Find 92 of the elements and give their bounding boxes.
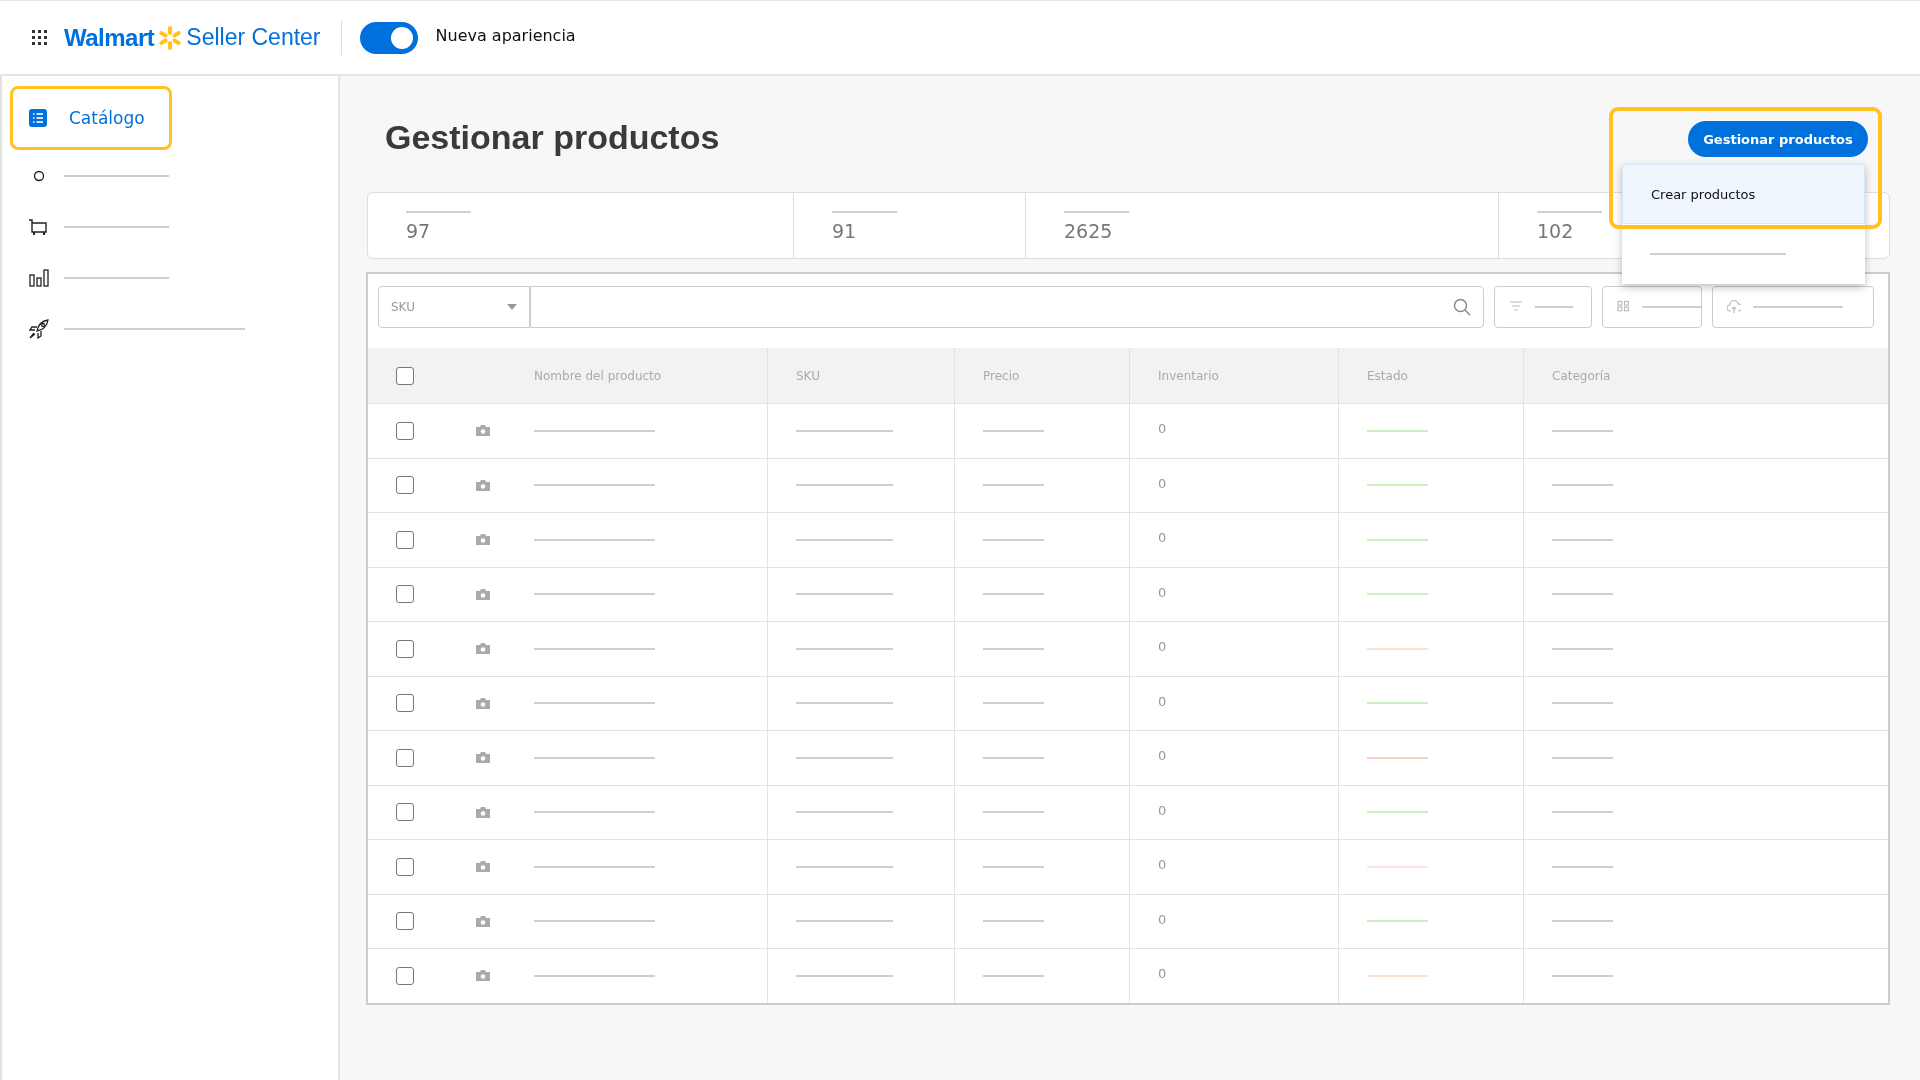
spark-logo-icon: [157, 24, 184, 51]
product-name: Seller Center: [186, 24, 321, 51]
column-header[interactable]: Nombre del producto: [534, 368, 662, 383]
stat-value: 2625: [1064, 220, 1114, 241]
column-header[interactable]: Categoría: [1552, 368, 1611, 383]
inventory-value: 0: [1158, 639, 1167, 655]
placeholder-line: [983, 702, 1044, 705]
inventory-value: 0: [1158, 857, 1167, 873]
inventory-value: 0: [1158, 421, 1167, 437]
row-checkbox[interactable]: [396, 912, 414, 931]
inventory-value: 0: [1158, 802, 1167, 818]
placeholder-line: [983, 538, 1044, 541]
placeholder-line: [1064, 210, 1129, 213]
placeholder-line: [1552, 429, 1613, 432]
rocket-icon[interactable]: [29, 318, 49, 339]
placeholder-line: [983, 920, 1044, 923]
stat-value: 102: [1537, 220, 1575, 241]
search-icon: [1453, 298, 1471, 316]
inventory-value: 0: [1158, 530, 1167, 546]
placeholder-line: [1552, 484, 1613, 487]
inventory-value: 0: [1158, 475, 1167, 491]
inventory-value: 0: [1158, 911, 1167, 927]
camera-icon: [475, 805, 491, 819]
placeholder-line: [1552, 756, 1613, 759]
placeholder-line: [1552, 647, 1613, 650]
placeholder-line: [983, 865, 1044, 868]
camera-icon: [475, 696, 491, 710]
cart-icon[interactable]: [28, 217, 50, 236]
camera-icon: [475, 424, 491, 438]
list-icon: [29, 109, 47, 127]
sidebar-item[interactable]: Catálogo: [10, 86, 172, 150]
page-title: Gestionar productos: [385, 118, 720, 157]
camera-icon: [475, 587, 491, 601]
camera-icon: [475, 642, 491, 656]
placeholder-line: [983, 974, 1044, 977]
inventory-value: 0: [1158, 584, 1167, 600]
camera-icon: [475, 478, 491, 492]
toggle-label: Nueva apariencia: [435, 26, 576, 45]
camera-icon: [475, 969, 491, 983]
placeholder-line: [983, 756, 1044, 759]
bar-chart-icon[interactable]: [29, 268, 49, 287]
search-field[interactable]: [530, 286, 1484, 328]
menu-item[interactable]: Crear productos: [1622, 164, 1865, 224]
column-header[interactable]: Inventario: [1158, 368, 1219, 383]
camera-icon: [475, 533, 491, 547]
column-header[interactable]: Precio: [983, 368, 1020, 383]
row-checkbox[interactable]: [396, 748, 414, 767]
placeholder-line: [1552, 593, 1613, 596]
column-header[interactable]: SKU: [796, 368, 820, 383]
placeholder-line: [983, 811, 1044, 814]
lines-icon: [1509, 300, 1523, 314]
placeholder-line: [1552, 702, 1613, 705]
caret-icon: [507, 304, 517, 310]
placeholder-line: [832, 210, 897, 213]
search-by-dropdown[interactable]: SKU: [378, 286, 530, 328]
row-checkbox[interactable]: [396, 530, 414, 549]
placeholder-line: [1552, 811, 1613, 814]
grid-icon: [1617, 300, 1631, 314]
inventory-value: 0: [1158, 693, 1167, 709]
camera-icon: [475, 751, 491, 765]
placeholder-line: [983, 484, 1044, 487]
placeholder-line: [1552, 538, 1613, 541]
camera-icon: [475, 914, 491, 928]
placeholder-line: [983, 429, 1044, 432]
placeholder-line: [983, 647, 1044, 650]
row-checkbox[interactable]: [396, 585, 414, 604]
row-checkbox[interactable]: [396, 803, 414, 822]
stat-value: 91: [832, 220, 858, 241]
placeholder-line: [1552, 865, 1613, 868]
column-header[interactable]: Estado: [1367, 368, 1408, 383]
inventory-value: 0: [1158, 748, 1167, 764]
camera-icon: [475, 860, 491, 874]
row-checkbox[interactable]: [396, 421, 414, 440]
stat-value: 97: [406, 220, 432, 241]
inventory-value: 0: [1158, 966, 1167, 982]
circle-icon[interactable]: [33, 169, 45, 182]
placeholder-line: [1552, 974, 1613, 977]
apps-grid-icon[interactable]: [32, 30, 47, 45]
manage-products-button[interactable]: Gestionar productos: [1688, 121, 1868, 157]
placeholder-line: [406, 210, 471, 213]
select-all-checkbox[interactable]: [396, 366, 414, 385]
row-checkbox[interactable]: [396, 694, 414, 713]
cloud-icon: [1727, 300, 1741, 314]
row-checkbox[interactable]: [396, 966, 414, 985]
row-checkbox[interactable]: [396, 476, 414, 495]
placeholder-line: [1537, 210, 1602, 213]
placeholder-line: [983, 593, 1044, 596]
row-checkbox[interactable]: [396, 639, 414, 658]
row-checkbox[interactable]: [396, 857, 414, 876]
placeholder-line: [1552, 920, 1613, 923]
brand-name: Walmart: [64, 23, 155, 52]
toggle-switch[interactable]: [359, 21, 418, 54]
